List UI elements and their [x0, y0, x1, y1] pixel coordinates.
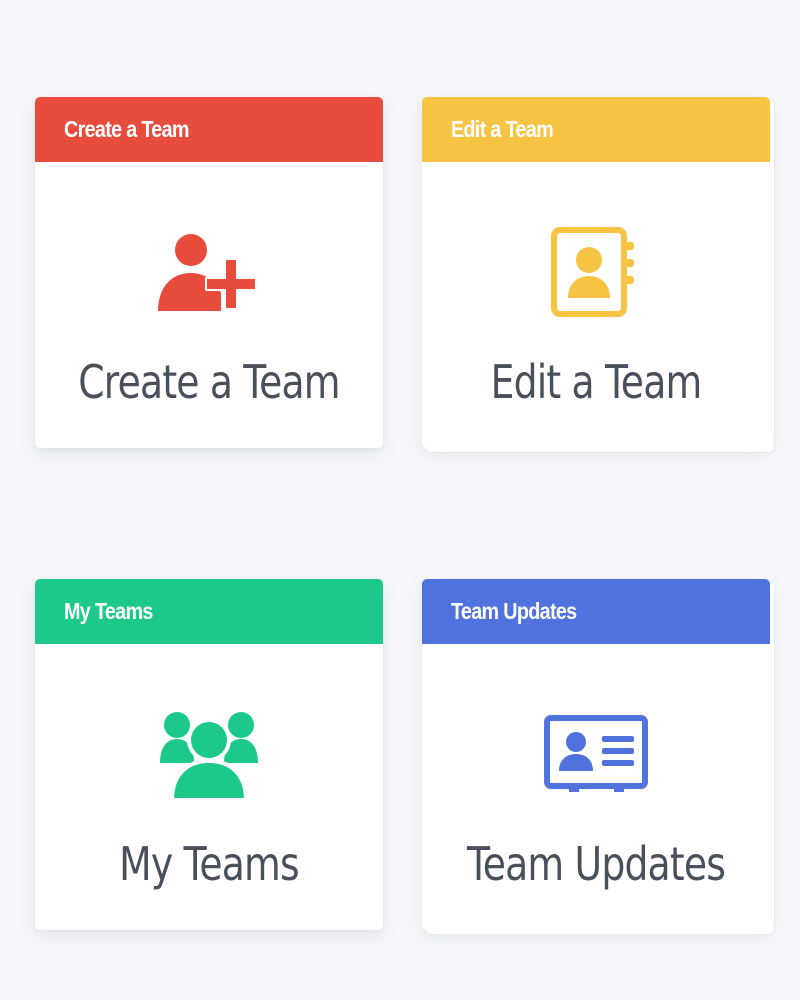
id-card-icon [422, 707, 770, 803]
card-header-label: Team Updates [451, 598, 577, 624]
users-icon [35, 707, 383, 803]
my-teams-card[interactable]: My Teams My Teams [35, 579, 383, 930]
user-plus-icon [35, 225, 383, 321]
team-updates-card-header: Team Updates [422, 579, 770, 644]
card-title: Team Updates [466, 837, 726, 891]
create-team-card[interactable]: Create a Team Create a Team [35, 97, 383, 448]
edit-team-card[interactable]: Edit a Team Edit a Team [422, 97, 770, 448]
card-header-label: Edit a Team [451, 116, 554, 142]
edit-team-card-header: Edit a Team [422, 97, 770, 162]
my-teams-card-header: My Teams [35, 579, 383, 644]
card-header-label: My Teams [64, 598, 153, 624]
card-title: Create a Team [78, 355, 340, 409]
create-team-card-header: Create a Team [35, 97, 383, 162]
card-title: My Teams [119, 837, 299, 891]
team-updates-card[interactable]: Team Updates Team Updates [422, 579, 770, 930]
address-book-icon [422, 225, 770, 321]
card-header-label: Create a Team [64, 116, 190, 142]
card-title: Edit a Team [490, 355, 703, 409]
